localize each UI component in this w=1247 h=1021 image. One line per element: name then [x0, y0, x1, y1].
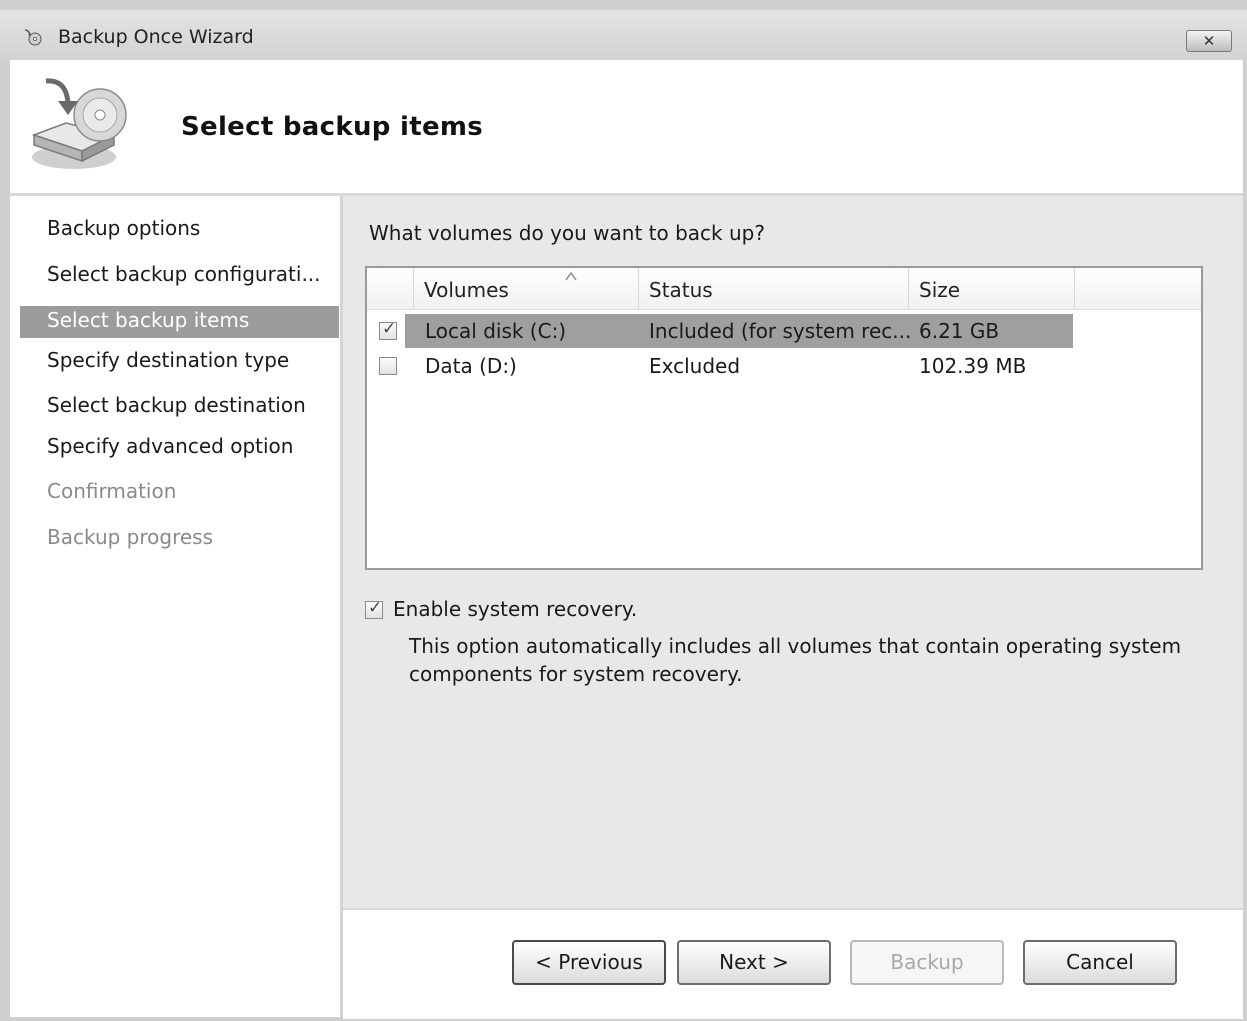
close-button[interactable]: ✕ — [1186, 30, 1232, 52]
table-row[interactable]: Data (D:) Excluded 102.39 MB — [367, 349, 1201, 383]
volume-size: 6.21 GB — [919, 319, 1000, 343]
step-backup-progress: Backup progress — [47, 525, 214, 549]
enable-system-recovery-checkbox[interactable]: ✓ — [365, 598, 383, 619]
step-select-backup-configuration[interactable]: Select backup configurati... — [47, 262, 321, 286]
wizard-content: What volumes do you want to back up? Vol… — [343, 196, 1243, 908]
volume-size: 102.39 MB — [919, 354, 1027, 378]
sort-ascending-icon — [565, 271, 577, 281]
column-header-checkbox — [367, 268, 414, 310]
volume-name: Local disk (C:) — [425, 319, 567, 343]
volume-status: Included (for system rec... — [649, 319, 912, 343]
column-header-label: Size — [919, 278, 961, 302]
table-row[interactable]: ✓ Local disk (C:) Included (for system r… — [367, 314, 1201, 348]
step-specify-advanced-option[interactable]: Specify advanced option — [47, 434, 293, 458]
volumes-question: What volumes do you want to back up? — [369, 221, 765, 245]
title-bar: Backup Once Wizard ✕ — [0, 10, 1247, 60]
checkmark-icon: ✓ — [368, 598, 383, 618]
column-header-label: Status — [649, 278, 713, 302]
next-button[interactable]: Next > — [677, 940, 831, 985]
volume-status: Excluded — [649, 354, 741, 378]
step-select-backup-destination[interactable]: Select backup destination — [47, 393, 306, 417]
column-header-size[interactable]: Size — [909, 268, 1075, 310]
wizard-footer: < Previous Next > Backup Cancel — [343, 908, 1243, 1019]
backup-button: Backup — [850, 940, 1004, 985]
step-backup-options[interactable]: Backup options — [47, 216, 200, 240]
checkmark-icon: ✓ — [382, 319, 397, 339]
wizard-client-area: Select backup items Backup options Selec… — [10, 60, 1243, 1019]
enable-system-recovery-label[interactable]: Enable system recovery. — [393, 597, 637, 621]
column-header-status[interactable]: Status — [639, 268, 909, 310]
window-title: Backup Once Wizard — [58, 26, 254, 48]
column-header-filler — [1075, 268, 1201, 310]
cancel-button[interactable]: Cancel — [1023, 940, 1177, 985]
row-checkbox-unchecked[interactable] — [379, 357, 397, 375]
wizard-steps-sidebar: Backup options Select backup configurati… — [10, 196, 343, 1017]
step-confirmation: Confirmation — [47, 479, 177, 503]
step-specify-destination-type[interactable]: Specify destination type — [47, 348, 289, 372]
volumes-table: Volumes Status Size ✓ Local disk (C:) In… — [365, 266, 1203, 570]
page-title: Select backup items — [181, 112, 484, 142]
system-recovery-description: This option automatically includes all v… — [409, 634, 1182, 686]
column-header-label: Volumes — [424, 278, 509, 302]
column-header-volumes[interactable]: Volumes — [414, 268, 639, 310]
previous-button[interactable]: < Previous — [512, 940, 666, 985]
wizard-window: Backup Once Wizard ✕ Select backup items… — [0, 0, 1247, 1021]
backup-app-icon — [24, 29, 42, 46]
volume-name: Data (D:) — [425, 354, 517, 378]
row-checkbox-checked[interactable]: ✓ — [379, 319, 397, 340]
backup-drive-icon — [31, 78, 127, 169]
close-icon: ✕ — [1202, 32, 1216, 50]
wizard-header: Select backup items — [10, 60, 1243, 193]
step-select-backup-items[interactable]: Select backup items — [47, 308, 249, 332]
